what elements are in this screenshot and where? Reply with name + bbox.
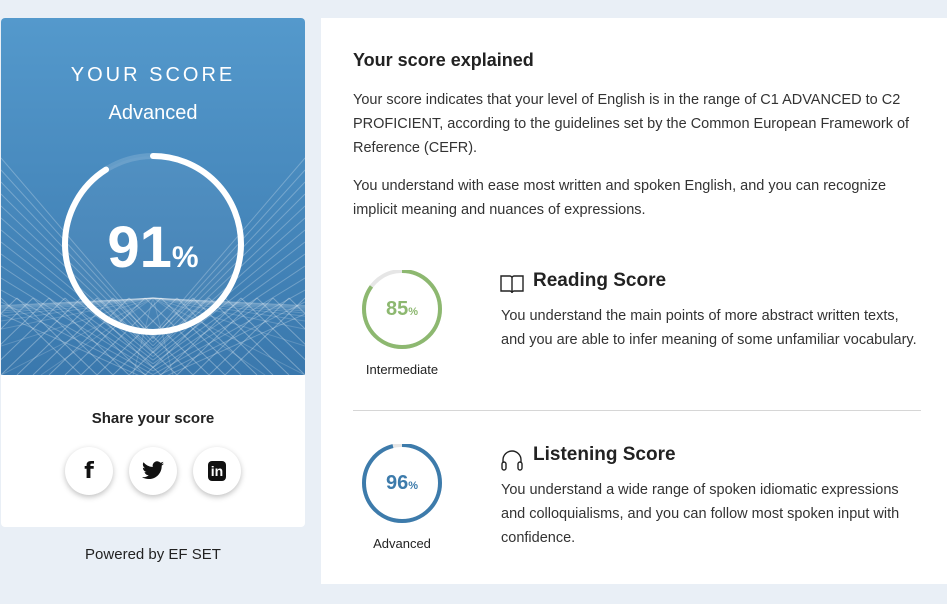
headphones-icon bbox=[501, 450, 523, 471]
explained-paragraph-1: Your score indicates that your level of … bbox=[353, 92, 910, 156]
listening-score-number: 96 bbox=[385, 472, 409, 494]
book-icon bbox=[500, 275, 524, 294]
reading-score-number: 85 bbox=[385, 298, 409, 320]
linkedin-share-button[interactable]: in bbox=[193, 447, 241, 495]
score-number: 91 bbox=[107, 215, 172, 280]
score-card: YOUR SCORE Advanced 91% Share your score… bbox=[1, 18, 305, 527]
linkedin-icon: in bbox=[207, 461, 227, 481]
reading-score-value: 85% bbox=[363, 298, 441, 321]
score-hero: YOUR SCORE Advanced 91% bbox=[1, 18, 305, 375]
share-label: Share your score bbox=[91, 410, 215, 427]
percent-sign: % bbox=[408, 480, 419, 492]
listening-score-title: Listening Score bbox=[533, 444, 676, 465]
listening-level: Advanced bbox=[373, 536, 431, 551]
score-ring bbox=[62, 153, 244, 335]
powered-by: Powered by EF SET bbox=[85, 546, 221, 563]
listening-score-value: 96% bbox=[363, 472, 441, 495]
reading-level: Intermediate bbox=[365, 362, 439, 377]
explained-title: Your score explained bbox=[353, 50, 534, 70]
percent-sign: % bbox=[408, 306, 419, 318]
reading-score-title: Reading Score bbox=[533, 270, 667, 291]
listening-score-section: 96% Advanced Listening Score You underst… bbox=[321, 444, 947, 604]
section-divider bbox=[353, 410, 921, 411]
percent-sign: % bbox=[171, 241, 199, 274]
score-value: 91% bbox=[1, 214, 305, 281]
listening-score-description: You understand a wide range of spoken id… bbox=[501, 482, 900, 546]
score-explained-panel: Your score explained Your score indicate… bbox=[321, 18, 947, 584]
reading-score-section: 85% Intermediate Reading Score You under… bbox=[321, 270, 947, 430]
facebook-icon: f bbox=[84, 458, 94, 484]
facebook-share-button[interactable]: f bbox=[65, 447, 113, 495]
twitter-icon bbox=[142, 461, 164, 480]
explained-paragraph-2: You understand with ease most written an… bbox=[353, 178, 887, 218]
reading-score-description: You understand the main points of more a… bbox=[501, 308, 917, 348]
twitter-share-button[interactable] bbox=[129, 447, 177, 495]
